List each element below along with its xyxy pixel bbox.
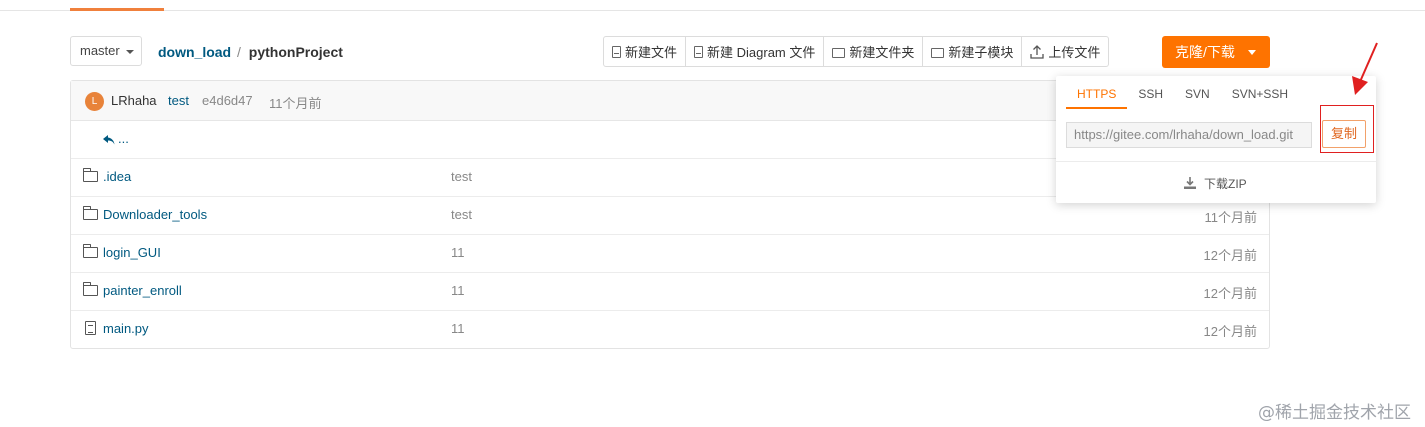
branch-select[interactable]: master [70, 36, 142, 66]
file-date: 12个月前 [1203, 324, 1257, 339]
folder-link-icon [931, 47, 945, 58]
file-commit-message[interactable]: test [451, 169, 472, 184]
caret-down-icon [1248, 50, 1256, 55]
active-tab-indicator [70, 8, 164, 11]
commit-time: 11个月前 [269, 96, 322, 111]
file-commit-message[interactable]: 11 [451, 283, 465, 298]
highlight-box [1320, 105, 1374, 153]
breadcrumb-separator: / [237, 44, 241, 60]
caret-down-icon [126, 50, 134, 54]
new-submodule-label: 新建子模块 [948, 45, 1014, 60]
breadcrumb: down_load / pythonProject [158, 44, 343, 60]
clone-download-label: 克隆/下载 [1175, 44, 1235, 60]
file-name[interactable]: Downloader_tools [103, 207, 207, 222]
folder-plus-icon [832, 47, 846, 58]
watermark: @稀土掘金技术社区 [1258, 403, 1411, 423]
file-date: 12个月前 [1203, 286, 1257, 301]
file-icon [694, 45, 704, 58]
list-item[interactable]: login_GUI 11 12个月前 [71, 234, 1269, 273]
upload-file-label: 上传文件 [1048, 45, 1101, 60]
file-action-toolbar: 新建文件 新建 Diagram 文件 新建文件夹 新建子模块 上传文件 [603, 36, 1110, 67]
divider [1056, 161, 1376, 162]
folder-icon [83, 244, 98, 258]
tab-https[interactable]: HTTPS [1066, 84, 1128, 109]
list-item[interactable]: main.py 11 12个月前 [71, 310, 1269, 348]
new-submodule-button[interactable]: 新建子模块 [922, 36, 1023, 67]
file-date: 11个月前 [1204, 210, 1258, 225]
clone-url-field[interactable]: https://gitee.com/lrhaha/down_load.git [1066, 122, 1312, 148]
file-commit-message[interactable]: test [451, 207, 472, 222]
upload-file-button[interactable]: 上传文件 [1021, 36, 1110, 67]
list-item[interactable]: painter_enroll 11 12个月前 [71, 272, 1269, 311]
new-diagram-button[interactable]: 新建 Diagram 文件 [685, 36, 825, 67]
annotation-arrow-icon [1352, 42, 1378, 95]
protocol-tabs: HTTPS SSH SVN SVN+SSH [1066, 84, 1299, 109]
file-commit-message[interactable]: 11 [451, 321, 465, 336]
new-file-button[interactable]: 新建文件 [603, 36, 687, 67]
document-icon [85, 321, 96, 335]
download-zip-link[interactable]: 下载ZIP [1184, 175, 1247, 192]
new-diagram-label: 新建 Diagram 文件 [707, 45, 816, 60]
tab-ssh[interactable]: SSH [1127, 84, 1174, 109]
tab-svn-ssh[interactable]: SVN+SSH [1221, 84, 1299, 109]
reply-arrow-icon [103, 134, 115, 145]
commit-hash[interactable]: e4d6d47 [202, 93, 253, 108]
back-link[interactable]: ... [103, 131, 129, 146]
avatar[interactable]: L [85, 92, 104, 111]
commit-author[interactable]: LRhaha [111, 93, 157, 108]
download-zip-label: 下载ZIP [1204, 177, 1247, 191]
breadcrumb-repo-link[interactable]: down_load [158, 44, 231, 60]
back-link-label: ... [118, 131, 129, 146]
top-nav-underline [0, 0, 1425, 11]
file-date: 12个月前 [1203, 248, 1257, 263]
breadcrumb-project: pythonProject [248, 44, 343, 60]
file-name[interactable]: login_GUI [103, 245, 161, 260]
file-commit-message[interactable]: 11 [451, 245, 465, 260]
file-name[interactable]: painter_enroll [103, 283, 182, 298]
new-folder-button[interactable]: 新建文件夹 [823, 36, 924, 67]
upload-icon [1030, 44, 1045, 59]
file-name[interactable]: main.py [103, 321, 149, 336]
branch-name: master [80, 43, 120, 58]
commit-message[interactable]: test [168, 93, 189, 108]
file-icon [612, 45, 621, 58]
new-file-label: 新建文件 [625, 45, 678, 60]
download-icon [1184, 177, 1196, 192]
file-name[interactable]: .idea [103, 169, 131, 184]
new-folder-label: 新建文件夹 [849, 45, 915, 60]
folder-icon [83, 282, 98, 296]
tab-svn[interactable]: SVN [1174, 84, 1221, 109]
clone-download-button[interactable]: 克隆/下载 [1162, 36, 1270, 68]
folder-icon [83, 168, 98, 182]
folder-icon [83, 206, 98, 220]
